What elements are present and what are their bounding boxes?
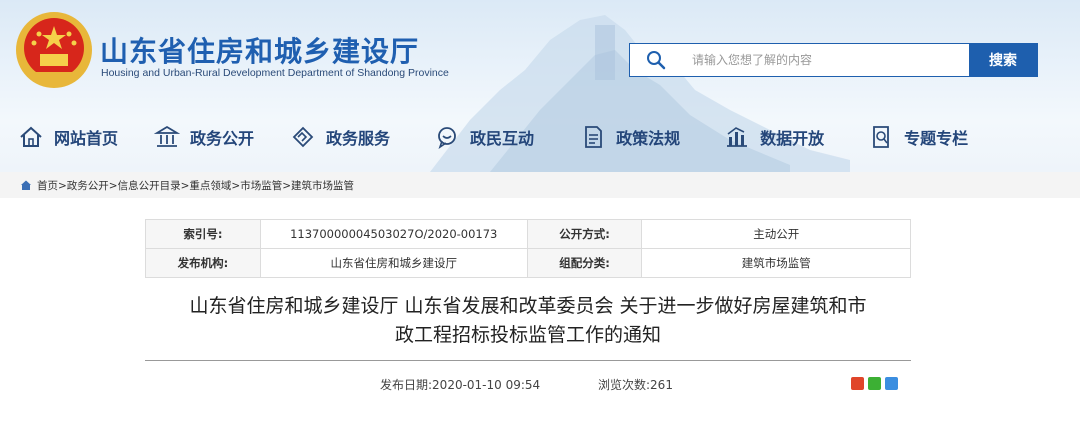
handshake-icon — [292, 126, 314, 148]
metadata-table: 索引号: 11370000004503027O/2020-00173 公开方式:… — [145, 219, 911, 278]
index-value: 11370000004503027O/2020-00173 — [259, 219, 528, 249]
site-title[interactable]: 山东省住房和城乡建设厅 — [100, 30, 419, 70]
publish-date: 发布日期:2020-01-10 09:54 — [380, 378, 541, 392]
nav-item-gov-services[interactable]: 政务服务 — [290, 115, 390, 159]
nav-label-topics: 专题专栏 — [904, 129, 969, 148]
nav-item-gov-affairs[interactable]: 政务公开 — [154, 115, 254, 159]
site-subtitle: Housing and Urban-Rural Development Depa… — [101, 67, 449, 79]
article-title-line-1: 山东省住房和城乡建设厅 山东省发展和改革委员会 关于进一步做好房屋建筑和市 — [189, 295, 867, 317]
building-icon — [154, 125, 181, 147]
breadcrumb: 首页>政务公开>信息公开目录>重点领域>市场监管>建筑市场监管 — [0, 172, 1080, 198]
nav-label-gov-services: 政务服务 — [326, 129, 391, 148]
nav-label-gov-affairs: 政务公开 — [190, 129, 255, 148]
nav-label-home: 网站首页 — [54, 129, 119, 148]
search-icon — [630, 44, 682, 76]
publisher-value: 山东省住房和城乡建设厅 — [259, 248, 528, 278]
breadcrumb-home-icon — [21, 180, 31, 190]
home-icon — [20, 126, 42, 147]
breadcrumb-text[interactable]: 首页>政务公开>信息公开目录>重点领域>市场监管>建筑市场监管 — [37, 178, 354, 193]
title-divider — [145, 360, 911, 361]
table-row: 发布机构: 山东省住房和城乡建设厅 组配分类: 建筑市场监管 — [145, 248, 911, 278]
article-title: 山东省住房和城乡建设厅 山东省发展和改革委员会 关于进一步做好房屋建筑和市 政工… — [145, 292, 911, 350]
method-value: 主动公开 — [641, 219, 911, 249]
chat-icon — [438, 127, 456, 149]
more-share-icon[interactable] — [885, 377, 898, 390]
weibo-share-icon[interactable] — [851, 377, 864, 390]
method-label: 公开方式: — [526, 219, 643, 249]
category-value: 建筑市场监管 — [641, 248, 911, 278]
view-count: 浏览次数:261 — [598, 378, 673, 392]
nav-item-home[interactable]: 网站首页 — [18, 115, 118, 159]
index-label: 索引号: — [145, 219, 261, 249]
share-buttons — [851, 377, 898, 390]
nav-item-topics[interactable]: 专题专栏 — [868, 115, 968, 159]
site-header: 山东省住房和城乡建设厅 Housing and Urban-Rural Deve… — [0, 0, 1080, 172]
nav-label-interaction: 政民互动 — [470, 129, 535, 148]
wechat-share-icon[interactable] — [868, 377, 881, 390]
search-input[interactable] — [682, 44, 969, 76]
category-label: 组配分类: — [526, 248, 643, 278]
nav-label-open-data: 数据开放 — [760, 129, 825, 148]
publisher-label: 发布机构: — [145, 248, 261, 278]
search-box: 搜索 — [629, 43, 1038, 77]
main-nav: 网站首页 政务公开 政务服务 政民互动 政策法规 数据开放 专题专栏 — [0, 115, 1080, 159]
nav-item-interaction[interactable]: 政民互动 — [434, 115, 534, 159]
chart-icon — [727, 127, 748, 147]
publish-info: 发布日期:2020-01-10 09:54 浏览次数:261 — [0, 376, 1080, 394]
topic-icon — [873, 126, 889, 148]
nav-item-policy[interactable]: 政策法规 — [580, 115, 680, 159]
table-row: 索引号: 11370000004503027O/2020-00173 公开方式:… — [145, 219, 911, 249]
search-button[interactable]: 搜索 — [969, 44, 1037, 76]
nav-item-open-data[interactable]: 数据开放 — [724, 115, 824, 159]
national-emblem-logo — [16, 12, 92, 88]
nav-label-policy: 政策法规 — [616, 129, 681, 148]
article-title-line-2: 政工程招标投标监管工作的通知 — [394, 324, 661, 346]
document-icon — [585, 126, 602, 148]
